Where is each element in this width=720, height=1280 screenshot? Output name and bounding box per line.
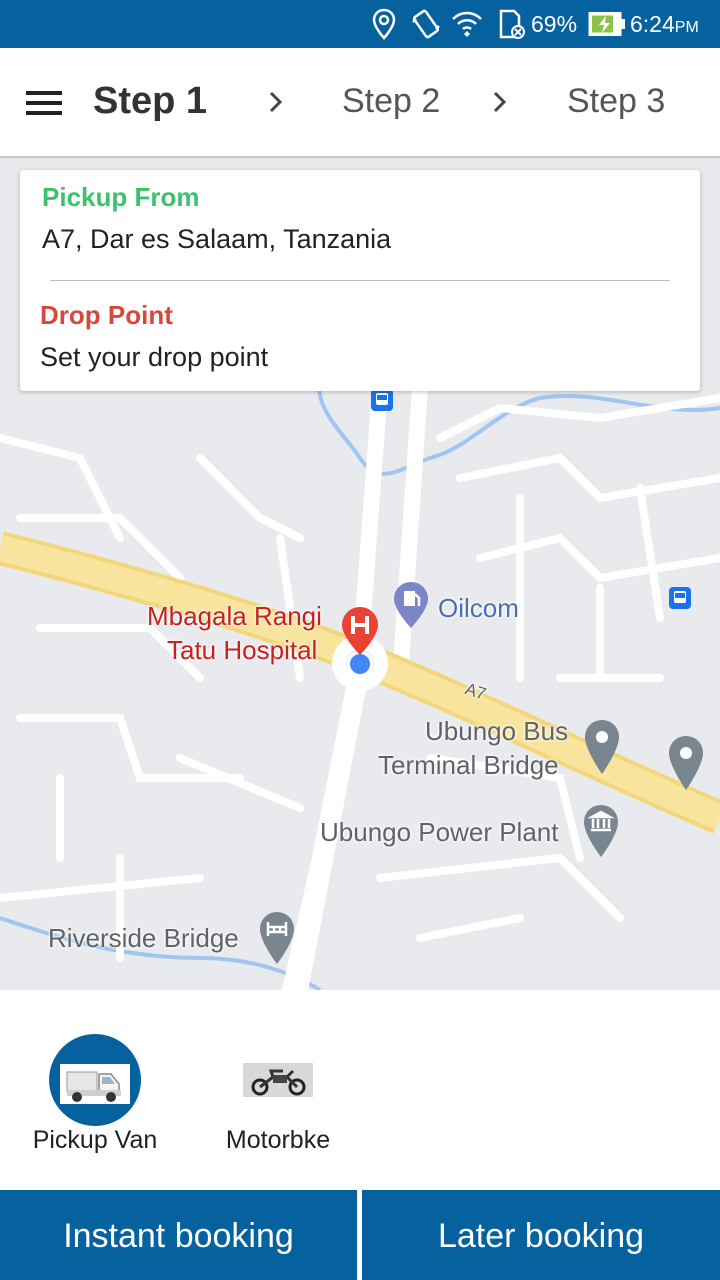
vehicle-label: Pickup Van [32,1126,158,1154]
chevron-right-icon [490,90,510,114]
pickup-address-field[interactable]: A7, Dar es Salaam, Tanzania [42,224,391,255]
status-bar: 69% 6:24PM [0,0,720,48]
step-1-tab[interactable]: Step 1 [93,80,207,123]
card-divider [50,280,670,281]
chevron-right-icon [266,90,286,114]
instant-booking-button[interactable]: Instant booking [0,1190,357,1280]
pickup-label: Pickup From [42,182,200,212]
hospital-label-line1: Mbagala Rangi [147,601,322,631]
vehicle-option-motorbike[interactable]: Motorbke [203,1034,353,1164]
hospital-label-line2: Tatu Hospital [167,635,318,665]
address-card: Pickup From A7, Dar es Salaam, Tanzania … [20,170,700,391]
step-2-tab[interactable]: Step 2 [342,82,440,121]
oilcom-label: Oilcom [438,593,519,623]
vehicle-selected-highlight [49,1034,141,1126]
vibrate-icon [410,8,442,45]
bus-terminal-label-line1: Ubungo Bus [425,716,569,746]
riverside-bridge-label: Riverside Bridge [48,923,239,953]
vehicle-label: Motorbke [225,1126,331,1154]
drop-point-field[interactable]: Set your drop point [40,342,268,373]
drop-label: Drop Point [40,300,173,330]
battery-percent: 69% [531,11,578,37]
vehicle-selector: Pickup Van Motorbke [0,990,720,1190]
wifi-icon [451,8,483,45]
step-3-tab[interactable]: Step 3 [567,82,665,121]
booking-bar: Instant booking Later booking [0,1190,720,1280]
power-plant-label: Ubungo Power Plant [320,817,559,847]
location-icon [372,8,396,45]
step-header: Step 1 Step 2 Step 3 [0,48,720,158]
sim-icon [497,8,527,45]
battery-charging-icon [588,11,626,42]
pickup-van-icon [60,1064,130,1104]
bus-terminal-label-line2: Terminal Bridge [378,750,559,780]
clock-time: 6:24 [630,11,675,37]
later-booking-button[interactable]: Later booking [362,1190,720,1280]
clock-ampm: PM [674,19,699,36]
vehicle-option-pickup-van[interactable]: Pickup Van [20,1034,170,1164]
clock: 6:24PM [630,11,699,38]
hamburger-menu-icon[interactable] [20,86,68,120]
motorbike-icon [243,1063,313,1097]
